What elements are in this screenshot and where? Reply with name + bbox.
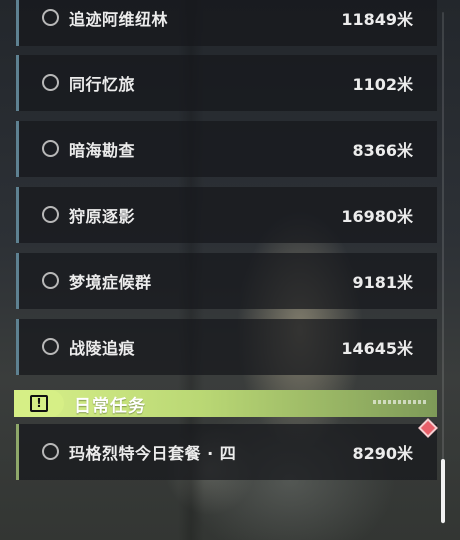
radio-circle-icon[interactable]: [42, 338, 59, 355]
radio-circle-icon[interactable]: [42, 272, 59, 289]
quest-name: 暗海勘查: [69, 141, 136, 160]
header-decoration: [373, 400, 427, 404]
scrollbar-thumb[interactable]: [441, 459, 445, 523]
quest-item[interactable]: 同行忆旅 1102米: [16, 55, 437, 111]
quest-distance: 11849米: [341, 10, 413, 29]
quest-distance: 1102米: [352, 75, 413, 94]
radio-circle-icon[interactable]: [42, 74, 59, 91]
daily-quest-item[interactable]: 玛格烈特今日套餐 · 四 8290米: [16, 424, 437, 480]
quest-name: 狩原逐影: [69, 207, 136, 226]
radio-circle-icon[interactable]: [42, 206, 59, 223]
quest-item[interactable]: 梦境症候群 9181米: [16, 253, 437, 309]
quest-name: 追迹阿维纽林: [69, 10, 169, 29]
quest-distance: 16980米: [341, 207, 413, 226]
quest-item[interactable]: 狩原逐影 16980米: [16, 187, 437, 243]
radio-circle-icon[interactable]: [42, 9, 59, 26]
quest-item[interactable]: 暗海勘查 8366米: [16, 121, 437, 177]
quest-distance: 9181米: [352, 273, 413, 292]
section-badge: !: [14, 390, 64, 417]
alert-icon: !: [30, 395, 48, 412]
quest-list: 追迹阿维纽林 11849米 同行忆旅 1102米 暗海勘查 8366米 狩原逐影…: [0, 0, 460, 540]
radio-circle-icon[interactable]: [42, 443, 59, 460]
quest-distance: 8290米: [352, 444, 413, 463]
quest-name: 战陵追痕: [69, 339, 136, 358]
scrollbar-track[interactable]: [442, 12, 444, 524]
radio-circle-icon[interactable]: [42, 140, 59, 157]
section-title: 日常任务: [74, 396, 146, 416]
quest-name: 同行忆旅: [69, 75, 136, 94]
quest-name: 玛格烈特今日套餐 · 四: [69, 444, 237, 463]
quest-distance: 14645米: [341, 339, 413, 358]
daily-quests-header: ! 日常任务: [14, 390, 437, 417]
quest-name: 梦境症候群: [69, 273, 152, 292]
quest-item[interactable]: 追迹阿维纽林 11849米: [16, 0, 437, 46]
quest-item[interactable]: 战陵追痕 14645米: [16, 319, 437, 375]
quest-distance: 8366米: [352, 141, 413, 160]
